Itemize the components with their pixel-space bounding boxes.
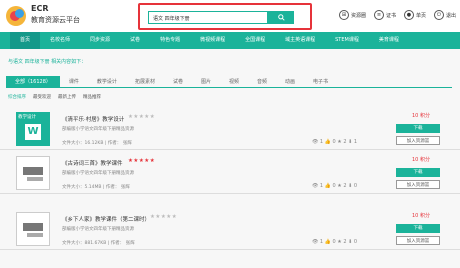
add-to-basket-button[interactable]: 加入资源篮 [396,180,440,189]
brand-subtitle: 教育资源云平台 [31,16,80,24]
sort-options: 综合排序 最受欢迎 最新上传 精品推荐 [8,94,101,100]
logout-icon: ⏻ [433,10,444,20]
brand-logo[interactable] [6,6,26,26]
nav-item-micro-video[interactable]: 微视频课程 [190,32,235,49]
resource-description: 部编版小学语文四年级下册精品资源 [62,171,134,176]
nav-item-home[interactable]: 首页 [10,32,41,49]
tab-animation[interactable]: 动画 [276,76,304,87]
tab-video[interactable]: 视频 [220,76,248,87]
list-item: 《乡下人家》教学课件（第二课时） ★★★★★ 部编版小学语文四年级下册精品资源 … [0,206,460,250]
resource-description: 部编版小学语文四年级下册精品资源 [62,227,134,232]
rating-stars: ★★★★★ [150,214,178,220]
resource-title[interactable]: 《乡下人家》教学课件（第二课时） [62,215,150,223]
main-nav: 首页 名校名师 同步资源 试卷 特色专题 微视频课程 全国课程 域主英语课程 S… [0,32,460,49]
resource-stats: 👁 1 👍 0 ★ 2 ⬇ 0 [312,183,358,189]
tool-user[interactable]: ● 单页 [403,10,426,20]
tab-all[interactable]: 全部（16128） [6,76,60,87]
download-button[interactable]: 下载 [396,224,440,233]
rating-stars: ★★★★★ [128,158,156,164]
add-to-basket-button[interactable]: 加入资源篮 [396,236,440,245]
resource-meta: 文件大小：5.14MB | 作者： 张辉 [62,185,130,190]
resource-meta: 文件大小：16.12KB | 作者： 张辉 [62,141,132,146]
tab-exam[interactable]: 试卷 [164,76,192,87]
rating-stars: ★★★★★ [128,114,156,120]
resource-thumbnail[interactable] [16,156,50,190]
resource-meta: 文件大小：881.67KB | 作者： 张辉 [62,241,135,246]
tab-image[interactable]: 图片 [192,76,220,87]
user-icon: ● [403,10,414,20]
tool-certificate[interactable]: ≡ 证书 [373,10,396,20]
resource-title[interactable]: 《古诗词三首》教学课件 [62,159,123,167]
resource-price: 10 积分 [412,157,430,163]
nav-item-famous-teachers[interactable]: 名校名师 [40,32,80,49]
sort-recommended[interactable]: 精品推荐 [83,94,101,100]
nav-item-english-courses[interactable]: 域主英语课程 [275,32,325,49]
tab-extension[interactable]: 拓展素材 [126,76,164,87]
tab-ebook[interactable]: 电子书 [304,76,337,87]
sort-latest[interactable]: 最新上传 [58,94,76,100]
resource-description: 部编版小学语文四年级下册精品资源 [62,127,134,132]
certificate-icon: ≡ [373,10,384,20]
resource-price: 10 积分 [412,213,430,219]
search-icon [277,14,285,21]
top-bar: ECR 教育资源云平台 语文 四年级下册 ⊞ 资源圈 ≡ 证书 ● 单页 ⏻ 退出 [0,0,460,32]
user-tools: ⊞ 资源圈 ≡ 证书 ● 单页 ⏻ 退出 [338,10,456,20]
resource-thumbnail[interactable] [16,212,50,246]
tab-courseware[interactable]: 课件 [60,76,88,87]
resource-price: 10 积分 [412,113,430,119]
list-item: 教学设计 W 《清平乐·村居》教学设计 ★★★★★ 部编版小学语文四年级下册精品… [0,106,460,150]
search-button[interactable] [268,11,294,24]
list-item: 《古诗词三首》教学课件 ★★★★★ 部编版小学语文四年级下册精品资源 文件大小：… [0,150,460,194]
search-highlight-box: 语文 四年级下册 [138,3,312,30]
search-result-heading: 与语文 四年级下册 相关内容如下： [8,59,87,65]
resource-stats: 👁 1 👍 0 ★ 2 ⬇ 0 [312,239,358,245]
add-to-basket-button[interactable]: 加入资源篮 [396,136,440,145]
nav-item-sync-resources[interactable]: 同步资源 [80,32,120,49]
nav-item-arts[interactable]: 美育课程 [369,32,409,49]
tool-resource-library[interactable]: ⊞ 资源圈 [338,10,366,20]
brand-name: ECR [31,4,49,13]
sort-default[interactable]: 综合排序 [8,94,26,100]
resource-type-tabs: 全部（16128） 课件 教学设计 拓展素材 试卷 图片 视频 音频 动画 电子… [6,76,452,88]
download-button[interactable]: 下载 [396,124,440,133]
tab-audio[interactable]: 音频 [248,76,276,87]
resource-library-icon: ⊞ [338,10,349,20]
nav-item-stem[interactable]: STEM课程 [325,32,369,49]
tool-logout[interactable]: ⏻ 退出 [433,10,456,20]
resource-title[interactable]: 《清平乐·村居》教学设计 [62,115,124,123]
resource-thumbnail[interactable]: 教学设计 W [16,112,50,146]
search-input[interactable]: 语文 四年级下册 [148,11,268,24]
resource-stats: 👁 1 👍 0 ★ 2 ⬇ 1 [312,139,358,145]
nav-item-national-courses[interactable]: 全国课程 [235,32,275,49]
download-button[interactable]: 下载 [396,168,440,177]
word-icon: W [25,124,41,140]
tab-lesson-plan[interactable]: 教学设计 [88,76,126,87]
sort-popular[interactable]: 最受欢迎 [33,94,51,100]
nav-item-exams[interactable]: 试卷 [120,32,150,49]
nav-item-topics[interactable]: 特色专题 [150,32,190,49]
